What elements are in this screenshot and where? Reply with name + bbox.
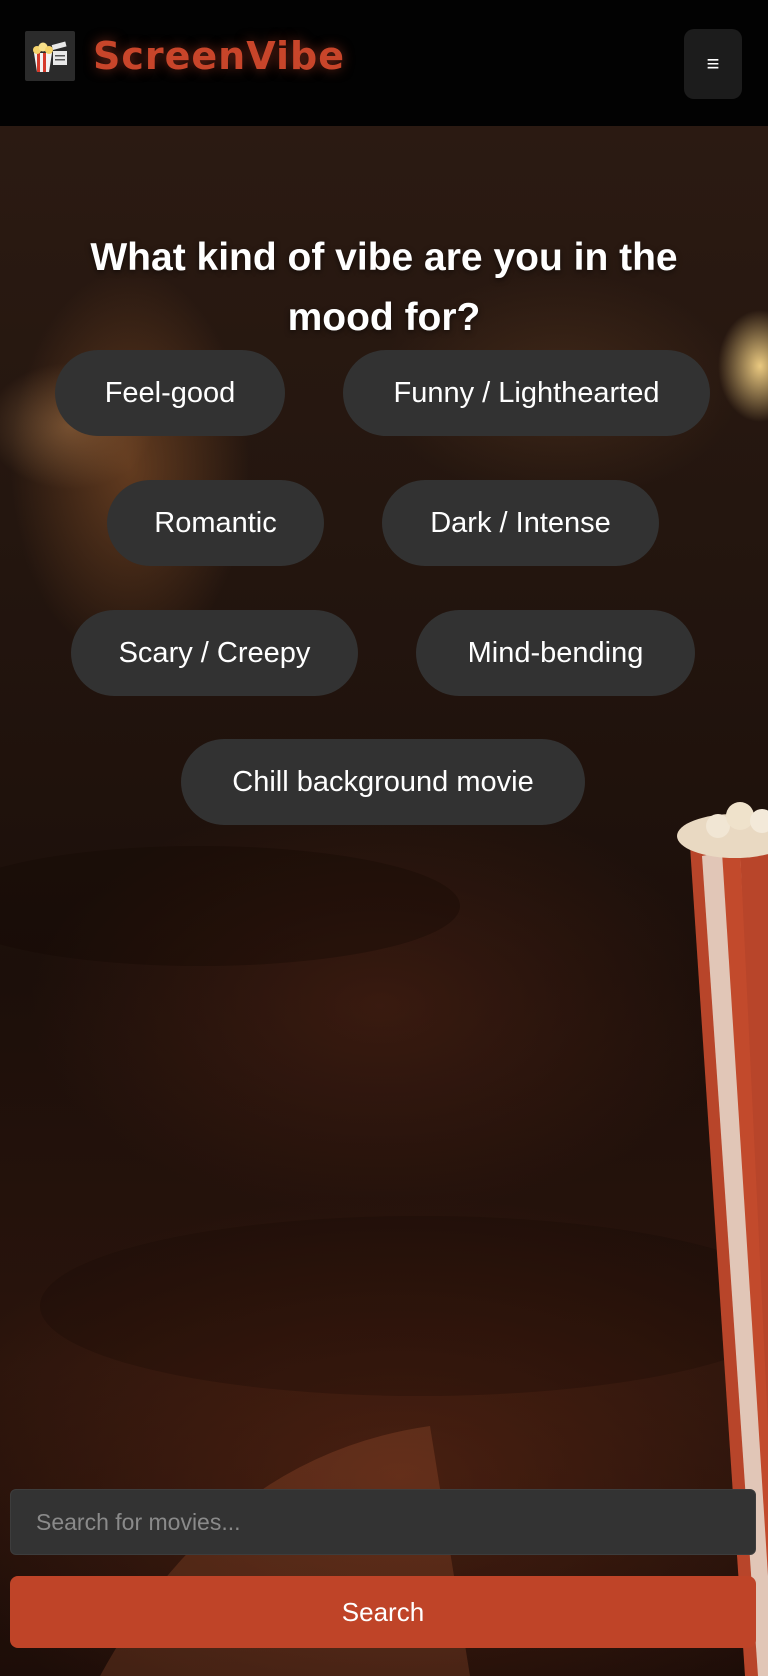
vibe-chip-feel-good[interactable]: Feel-good [55, 350, 285, 436]
vibe-chip-funny-lighthearted[interactable]: Funny / Lighthearted [343, 350, 710, 436]
search-button[interactable]: Search [10, 1576, 756, 1648]
vibe-chip-dark-intense[interactable]: Dark / Intense [382, 480, 659, 566]
vibe-question-heading: What kind of vibe are you in the mood fo… [90, 236, 678, 340]
vibe-chip-mind-bending[interactable]: Mind-bending [416, 610, 695, 696]
vibe-chip-chill-background-movie[interactable]: Chill background movie [181, 739, 585, 825]
app-header: ScreenVibe ≡ [0, 0, 768, 126]
popcorn-clapperboard-icon[interactable] [25, 31, 75, 81]
menu-button[interactable]: ≡ [684, 29, 742, 99]
vibe-chip-romantic[interactable]: Romantic [107, 480, 324, 566]
vibe-chip-scary-creepy[interactable]: Scary / Creepy [71, 610, 358, 696]
app-root: ScreenVibe ≡ What kind of vibe are you i… [0, 0, 768, 1676]
movie-search-input[interactable] [10, 1489, 756, 1555]
brand-name[interactable]: ScreenVibe [93, 30, 345, 82]
hamburger-menu-icon: ≡ [706, 51, 720, 76]
